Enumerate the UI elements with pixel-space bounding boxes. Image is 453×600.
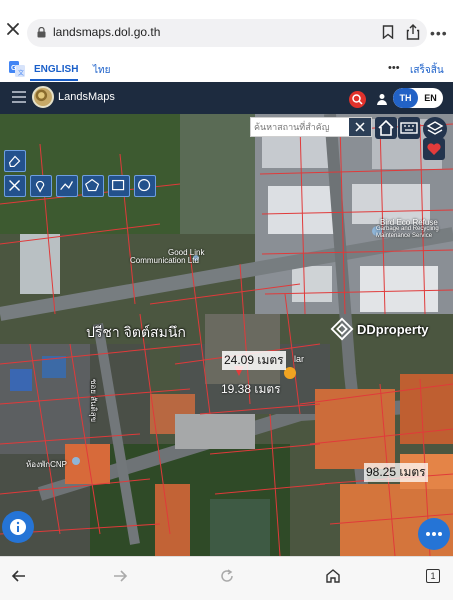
translate-icon: G 文 [9, 61, 25, 77]
circle-icon[interactable] [134, 175, 156, 197]
heart-icon[interactable] [423, 138, 445, 160]
app-header: LandsMaps TH EN [0, 82, 453, 114]
measurement-label-2: 19.38 เมตร [221, 382, 281, 396]
measurement-label-1: 24.09 เมตร [222, 351, 286, 370]
url-text: landsmaps.dol.go.th [53, 25, 161, 39]
url-field[interactable]: landsmaps.dol.go.th [27, 19, 427, 47]
tab-thai[interactable]: ไทย [93, 63, 110, 78]
eraser-icon[interactable] [4, 150, 26, 172]
place-search[interactable] [250, 117, 372, 137]
satellite-map[interactable]: Good Link Communication Ltd Bird Eco Ref… [0, 114, 453, 556]
poi-label-dorm[interactable]: ห้องพักCNP [26, 458, 67, 471]
watermark: DDproperty [330, 317, 440, 343]
owner-name-label: ปรีชา จิตต์สมนึก [86, 324, 186, 340]
home-icon[interactable] [375, 117, 397, 139]
info-icon[interactable] [2, 511, 34, 543]
app-logo [32, 86, 54, 108]
active-tab-indicator [30, 79, 78, 81]
browser-bottom-nav: 1 [0, 556, 453, 600]
poi-label-birdeco-line2: Garbage and Recycling [376, 226, 439, 232]
bookmark-icon[interactable] [382, 25, 394, 39]
tools-icon[interactable] [4, 175, 26, 197]
search-icon[interactable] [349, 91, 366, 108]
lock-icon [37, 27, 46, 38]
road-name-label: ซอย สันติสุข [89, 379, 98, 423]
reload-icon[interactable] [218, 567, 236, 585]
poi-label-birdeco-line3: Maintenance Service [376, 233, 433, 239]
more-icon[interactable]: ••• [430, 25, 448, 41]
browser-url-bar: landsmaps.dol.go.th ••• [0, 0, 453, 56]
language-toggle[interactable]: TH EN [393, 88, 443, 108]
measurement-label-3: 98.25 เมตร [364, 463, 428, 482]
svg-text:G: G [11, 65, 17, 72]
measurement-label-1-suffix: lar [294, 354, 305, 364]
translate-done-button[interactable]: เสร็จสิ้น [410, 63, 444, 78]
translate-bar: G 文 ENGLISH ไทย ••• เสร็จสิ้น [0, 56, 453, 82]
poi-label-goodlink-line2: Communication Ltd [130, 256, 199, 265]
close-icon[interactable] [6, 22, 20, 36]
svg-text:文: 文 [18, 69, 24, 77]
translate-more-icon[interactable]: ••• [388, 62, 400, 74]
home-nav-icon[interactable] [324, 567, 342, 585]
share-icon[interactable] [406, 24, 420, 40]
more-fab-icon[interactable] [418, 518, 450, 550]
rectangle-icon[interactable] [108, 175, 130, 197]
menu-icon[interactable] [12, 91, 26, 103]
forward-icon[interactable] [111, 567, 129, 585]
tab-english[interactable]: ENGLISH [34, 64, 78, 75]
lang-th-option[interactable]: TH [393, 88, 418, 108]
polyline-icon[interactable] [56, 175, 78, 197]
place-search-input[interactable] [251, 118, 347, 136]
polygon-icon[interactable] [82, 175, 104, 197]
lang-en-option[interactable]: EN [418, 88, 443, 108]
back-icon[interactable] [10, 567, 28, 585]
ddproperty-logo-icon [330, 317, 354, 341]
tabs-icon[interactable]: 1 [426, 569, 440, 583]
pin-icon[interactable] [30, 175, 52, 197]
clear-search-button[interactable] [349, 118, 371, 136]
app-title: LandsMaps [58, 91, 115, 103]
keyboard-icon[interactable] [398, 117, 420, 139]
user-icon[interactable] [376, 93, 388, 105]
